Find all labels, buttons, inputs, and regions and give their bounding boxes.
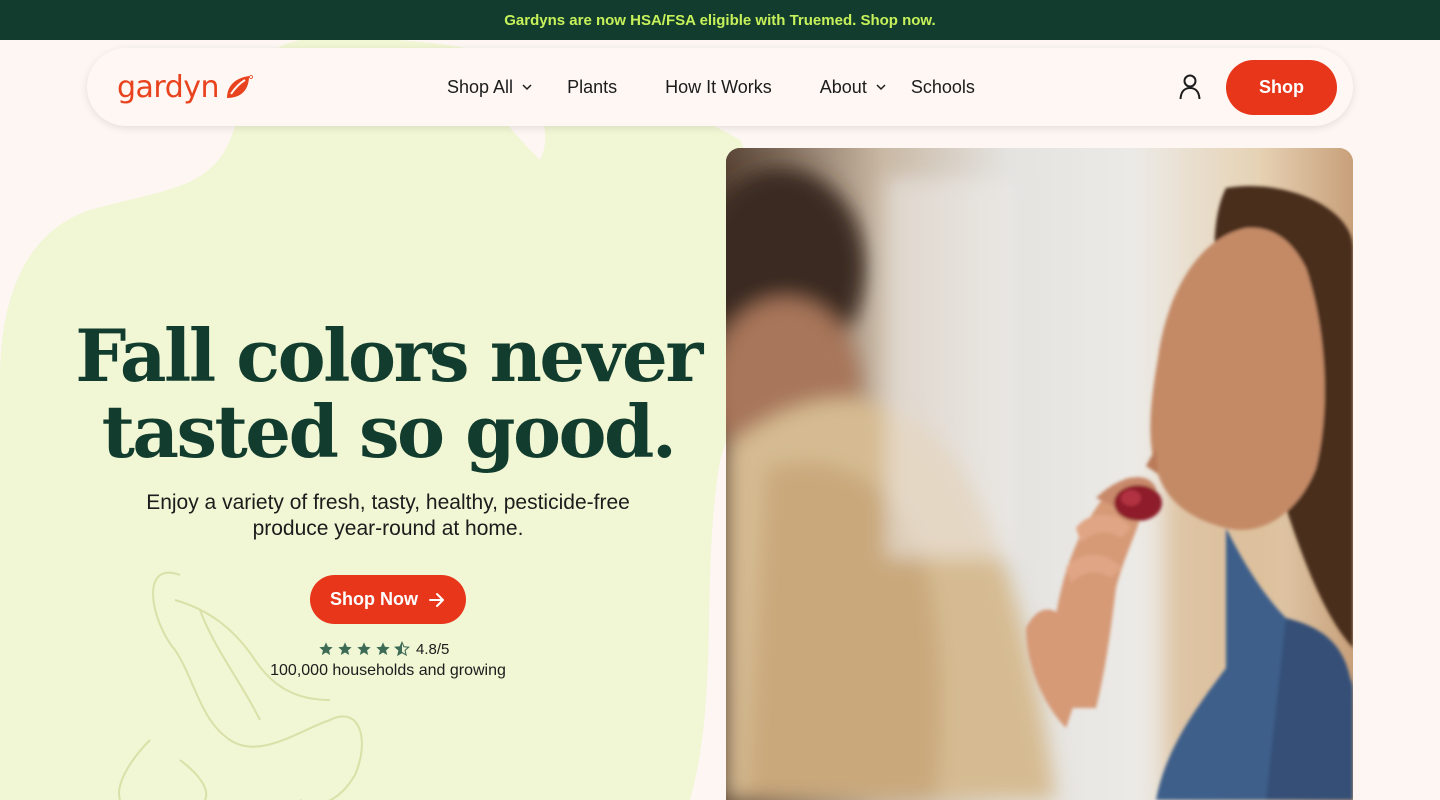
hero-subtitle-line-1: Enjoy a variety of fresh, tasty, healthy… xyxy=(146,491,630,514)
chevron-down-icon xyxy=(522,84,532,91)
nav-links: Shop All Plants How It Works About Schoo… xyxy=(447,48,975,126)
rating-text: 4.8/5 xyxy=(416,640,450,658)
shop-button[interactable]: Shop xyxy=(1226,60,1337,115)
nav-shop-all[interactable]: Shop All xyxy=(447,77,533,98)
arrow-right-icon xyxy=(429,592,444,607)
nav-schools-label: Schools xyxy=(910,76,975,97)
nav-shop-all-label: Shop All xyxy=(447,76,514,97)
nav-how-it-works-label: How It Works xyxy=(665,76,772,97)
nav-how-it-works[interactable]: How It Works xyxy=(665,77,772,98)
nav-about[interactable]: About xyxy=(820,77,887,98)
hero-photo xyxy=(726,148,1353,800)
chevron-down-icon xyxy=(876,84,886,91)
hero-title: Fall colors never tasted so good. xyxy=(56,318,720,470)
leaf-logo-icon xyxy=(227,75,253,98)
star-icon xyxy=(338,642,352,655)
rating: 4.8/5 xyxy=(318,638,449,660)
nav-plants-label: Plants xyxy=(567,76,618,97)
star-icon xyxy=(357,642,371,655)
nav-about-label: About xyxy=(819,76,867,97)
logo-text: gardyn xyxy=(117,69,220,105)
nav-plants[interactable]: Plants xyxy=(567,77,617,98)
announcement-link[interactable]: Gardyns are now HSA/FSA eligible with Tr… xyxy=(504,12,935,29)
hero-photo-illustration xyxy=(726,148,1353,800)
shop-now-button[interactable]: Shop Now xyxy=(310,575,466,624)
hero-title-line-1: Fall colors never xyxy=(75,313,703,398)
star-rating xyxy=(318,641,410,657)
announcement-bar: Gardyns are now HSA/FSA eligible with Tr… xyxy=(0,0,1440,40)
star-half-icon xyxy=(394,641,410,657)
nav-schools[interactable]: Schools xyxy=(911,77,975,98)
hero-title-line-2: tasted so good. xyxy=(101,389,677,474)
star-icon xyxy=(376,642,390,655)
user-icon xyxy=(1179,74,1201,100)
account-button[interactable] xyxy=(1176,72,1204,102)
star-icon xyxy=(319,642,333,655)
gardyn-logo[interactable]: gardyn xyxy=(117,69,253,105)
hero-subtitle: Enjoy a variety of fresh, tasty, healthy… xyxy=(78,490,698,542)
shop-now-label: Shop Now xyxy=(330,589,418,609)
hero-subtitle-line-2: produce year-round at home. xyxy=(252,517,524,540)
households-text: 100,000 households and growing xyxy=(270,662,506,679)
main-navigation: gardyn Shop All Plants How It Works Abou… xyxy=(87,48,1353,126)
